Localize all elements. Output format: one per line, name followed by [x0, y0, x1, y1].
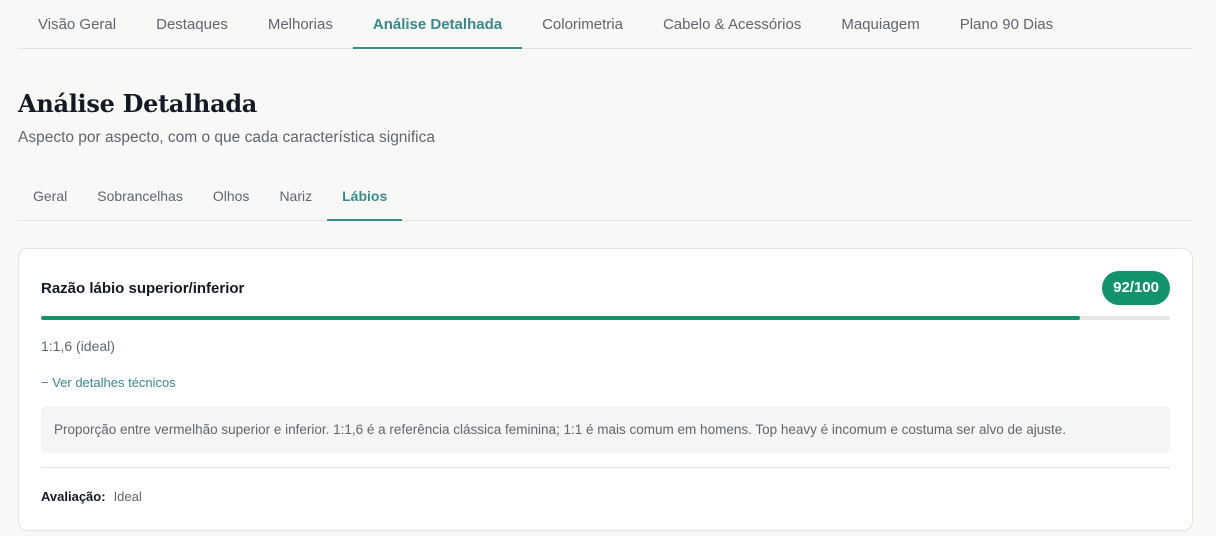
- assessment-row: Avaliação: Ideal: [41, 489, 1170, 505]
- toggle-technical-details-link[interactable]: − Ver detalhes técnicos: [41, 375, 176, 391]
- metric-card-header: Razão lábio superior/inferior 92/100: [41, 271, 1170, 305]
- tab-cabelo-acessorios[interactable]: Cabelo & Acessórios: [643, 0, 821, 49]
- tab-plano-90-dias[interactable]: Plano 90 Dias: [940, 0, 1073, 49]
- metric-card: Razão lábio superior/inferior 92/100 1:1…: [18, 248, 1193, 531]
- technical-details-text: Proporção entre vermelhão superior e inf…: [41, 406, 1170, 453]
- assessment-value: Ideal: [113, 489, 142, 504]
- assessment-label: Avaliação:: [41, 489, 106, 504]
- tab-visao-geral[interactable]: Visão Geral: [18, 0, 136, 49]
- tab-analise-detalhada[interactable]: Análise Detalhada: [352, 0, 523, 49]
- tab-destaques[interactable]: Destaques: [136, 0, 248, 49]
- score-progress-fill: [41, 316, 1080, 320]
- subtab-geral[interactable]: Geral: [18, 178, 82, 221]
- feature-tabs: Geral Sobrancelhas Olhos Nariz Lábios: [18, 178, 1193, 221]
- page: Visão Geral Destaques Melhorias Análise …: [0, 0, 1216, 536]
- subtab-labios[interactable]: Lábios: [327, 178, 403, 221]
- metric-value: 1:1,6 (ideal): [41, 338, 115, 354]
- tab-colorimetria[interactable]: Colorimetria: [522, 0, 643, 49]
- page-title: Análise Detalhada: [18, 89, 258, 118]
- subtab-olhos[interactable]: Olhos: [198, 178, 265, 221]
- divider: [41, 467, 1170, 468]
- top-navigation: Visão Geral Destaques Melhorias Análise …: [18, 0, 1193, 49]
- subtab-sobrancelhas[interactable]: Sobrancelhas: [82, 178, 198, 221]
- metric-title: Razão lábio superior/inferior: [41, 279, 245, 297]
- subtab-nariz[interactable]: Nariz: [264, 178, 327, 221]
- page-subtitle: Aspecto por aspecto, com o que cada cara…: [18, 129, 435, 146]
- score-badge: 92/100: [1102, 271, 1170, 305]
- tab-melhorias[interactable]: Melhorias: [248, 0, 353, 49]
- tab-maquiagem[interactable]: Maquiagem: [821, 0, 939, 49]
- score-progress-bar: [41, 316, 1170, 320]
